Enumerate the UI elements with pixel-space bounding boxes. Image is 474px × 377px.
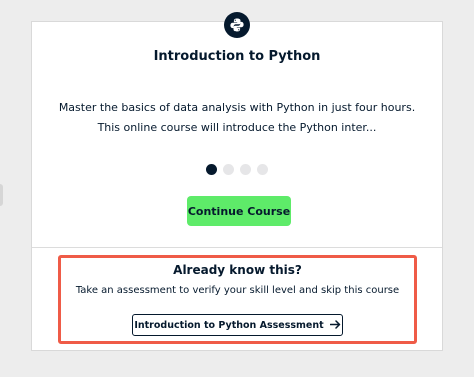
carousel-dot-1[interactable] <box>206 164 217 175</box>
section-divider <box>32 247 442 248</box>
carousel-dot-2[interactable] <box>223 164 234 175</box>
course-description: Master the basics of data analysis with … <box>31 98 443 138</box>
arrow-right-icon <box>329 319 341 331</box>
continue-course-button[interactable]: Continue Course <box>187 196 291 226</box>
carousel-dot-3[interactable] <box>240 164 251 175</box>
course-title: Introduction to Python <box>153 49 321 64</box>
course-description-line-2: This online course will introduce the Py… <box>97 121 377 134</box>
python-logo-icon <box>224 12 250 38</box>
take-assessment-button[interactable]: Introduction to Python Assessment <box>132 314 343 336</box>
course-description-line-1: Master the basics of data analysis with … <box>58 101 416 114</box>
carousel-dot-4[interactable] <box>257 164 268 175</box>
assessment-heading: Already know this? <box>173 263 302 277</box>
assessment-description: Take an assessment to verify your skill … <box>75 285 400 296</box>
scroll-edge-handle <box>0 184 3 206</box>
carousel-dots <box>206 164 268 175</box>
assessment-button-label: Introduction to Python Assessment <box>134 319 324 331</box>
